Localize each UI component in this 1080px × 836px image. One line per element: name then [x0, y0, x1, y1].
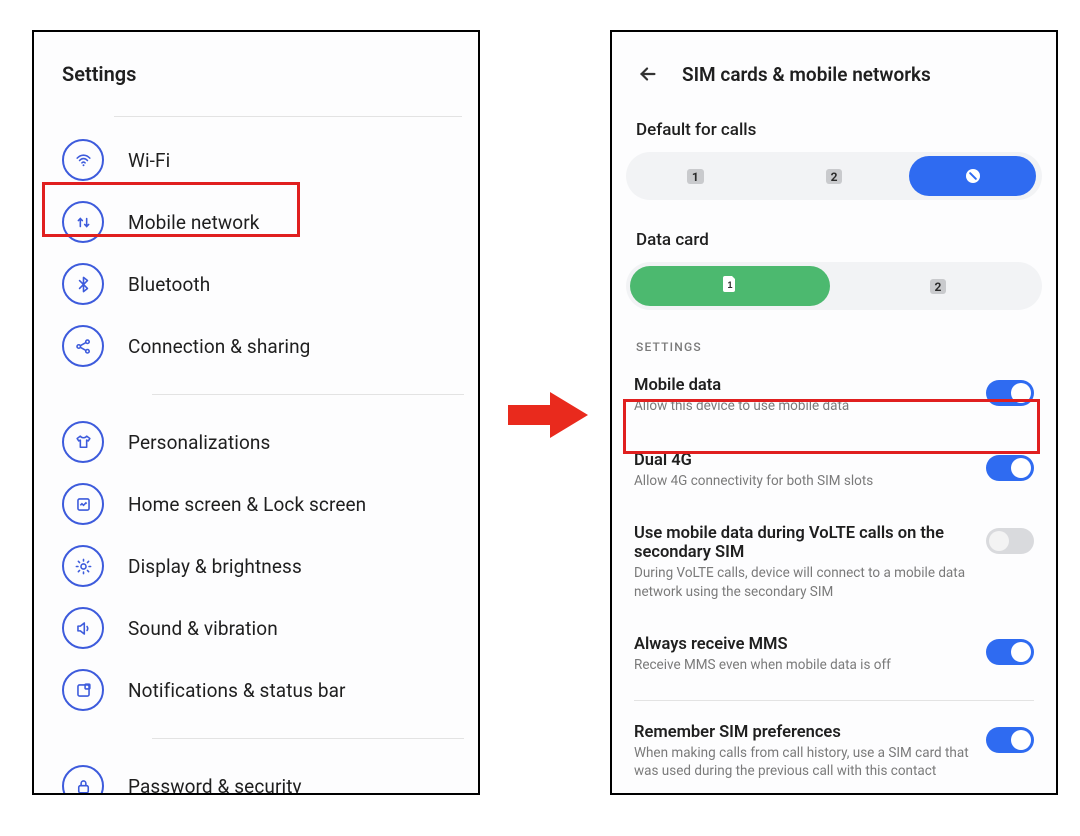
settings-item-label: Mobile network	[128, 211, 260, 234]
opt-title: Remember SIM preferences	[634, 723, 974, 742]
data-card-segment: 1 2	[626, 262, 1042, 310]
calls-slot-none[interactable]	[903, 152, 1042, 200]
settings-item-bluetooth[interactable]: Bluetooth	[62, 253, 478, 315]
slot-number: 1	[687, 169, 704, 184]
settings-item-personalizations[interactable]: Personalizations	[62, 411, 478, 473]
home-screen-icon	[62, 483, 104, 525]
sim-title: SIM cards & mobile networks	[682, 63, 931, 86]
settings-panel: Settings Wi-Fi Mobile network Bluetooth	[32, 30, 480, 795]
statusbar-icon	[62, 669, 104, 711]
settings-item-label: Display & brightness	[128, 555, 302, 578]
settings-item-label: Notifications & status bar	[128, 679, 346, 702]
opt-sub: Allow this device to use mobile data	[634, 397, 974, 415]
settings-item-home-lock[interactable]: Home screen & Lock screen	[62, 473, 478, 535]
sim-networks-panel: SIM cards & mobile networks Default for …	[610, 30, 1058, 795]
arrow-right-icon	[508, 392, 588, 438]
back-button[interactable]	[634, 60, 662, 88]
data-card-label: Data card	[612, 226, 1056, 262]
opt-sub: During VoLTE calls, device will connect …	[634, 564, 974, 600]
tshirt-icon	[62, 421, 104, 463]
settings-item-sound[interactable]: Sound & vibration	[62, 597, 478, 659]
default-for-calls-segment: 1 2	[626, 152, 1042, 200]
opt-title: Always receive MMS	[634, 635, 974, 654]
toggle-always-mms[interactable]	[986, 639, 1034, 665]
slot-number: 2	[930, 279, 947, 294]
settings-item-notifications[interactable]: Notifications & status bar	[62, 659, 478, 721]
settings-item-label: Connection & sharing	[128, 335, 310, 358]
bluetooth-icon	[62, 263, 104, 305]
share-icon	[62, 325, 104, 367]
mobile-data-icon	[62, 201, 104, 243]
sim-header: SIM cards & mobile networks	[612, 44, 1056, 116]
toggle-remember-sim[interactable]	[986, 727, 1034, 753]
settings-item-label: Home screen & Lock screen	[128, 493, 366, 516]
slot-number: 2	[826, 169, 843, 184]
sound-icon	[62, 607, 104, 649]
opt-title: Use mobile data during VoLTE calls on th…	[634, 524, 974, 562]
toggle-volte-secondary[interactable]	[986, 528, 1034, 554]
settings-header: Settings	[34, 44, 478, 116]
brightness-icon	[62, 545, 104, 587]
opt-mobile-data[interactable]: Mobile data Allow this device to use mob…	[628, 364, 1040, 427]
lock-icon	[62, 765, 104, 795]
divider	[634, 700, 1034, 701]
opt-remember-sim[interactable]: Remember SIM preferences When making cal…	[628, 711, 1040, 792]
settings-item-password-security[interactable]: Password & security	[62, 755, 478, 795]
divider	[62, 721, 478, 755]
sim-icon: 1	[722, 275, 738, 297]
opt-sub: Receive MMS even when mobile data is off	[634, 656, 974, 674]
wifi-icon	[62, 139, 104, 181]
divider	[114, 116, 462, 117]
settings-item-wifi[interactable]: Wi-Fi	[62, 129, 478, 191]
settings-item-label: Sound & vibration	[128, 617, 278, 640]
settings-item-connection-sharing[interactable]: Connection & sharing	[62, 315, 478, 377]
calls-slot-2[interactable]: 2	[765, 152, 904, 200]
svg-text:1: 1	[727, 280, 732, 290]
settings-item-label: Bluetooth	[128, 273, 210, 296]
settings-item-display[interactable]: Display & brightness	[62, 535, 478, 597]
settings-options: Mobile data Allow this device to use mob…	[612, 364, 1056, 793]
settings-caption: SETTINGS	[612, 310, 1056, 364]
opt-sub: Allow 4G connectivity for both SIM slots	[634, 472, 974, 490]
settings-item-label: Personalizations	[128, 431, 270, 454]
toggle-mobile-data[interactable]	[986, 380, 1034, 406]
opt-volte-secondary[interactable]: Use mobile data during VoLTE calls on th…	[628, 512, 1040, 612]
opt-title: Dual 4G	[634, 451, 974, 470]
settings-item-label: Password & security	[128, 775, 302, 796]
opt-sub: When making calls from call history, use…	[634, 744, 974, 780]
divider	[62, 377, 478, 411]
opt-dual-4g[interactable]: Dual 4G Allow 4G connectivity for both S…	[628, 439, 1040, 502]
data-slot-1[interactable]: 1	[626, 262, 834, 310]
toggle-dual-4g[interactable]	[986, 455, 1034, 481]
settings-list: Wi-Fi Mobile network Bluetooth Connectio…	[34, 129, 478, 795]
settings-item-label: Wi-Fi	[128, 149, 170, 172]
opt-always-mms[interactable]: Always receive MMS Receive MMS even when…	[628, 623, 1040, 686]
calls-slot-1[interactable]: 1	[626, 152, 765, 200]
settings-item-mobile-network[interactable]: Mobile network	[62, 191, 478, 253]
opt-title: Mobile data	[634, 376, 974, 395]
no-default-icon	[966, 169, 980, 183]
data-slot-2[interactable]: 2	[834, 262, 1042, 310]
default-for-calls-label: Default for calls	[612, 116, 1056, 152]
